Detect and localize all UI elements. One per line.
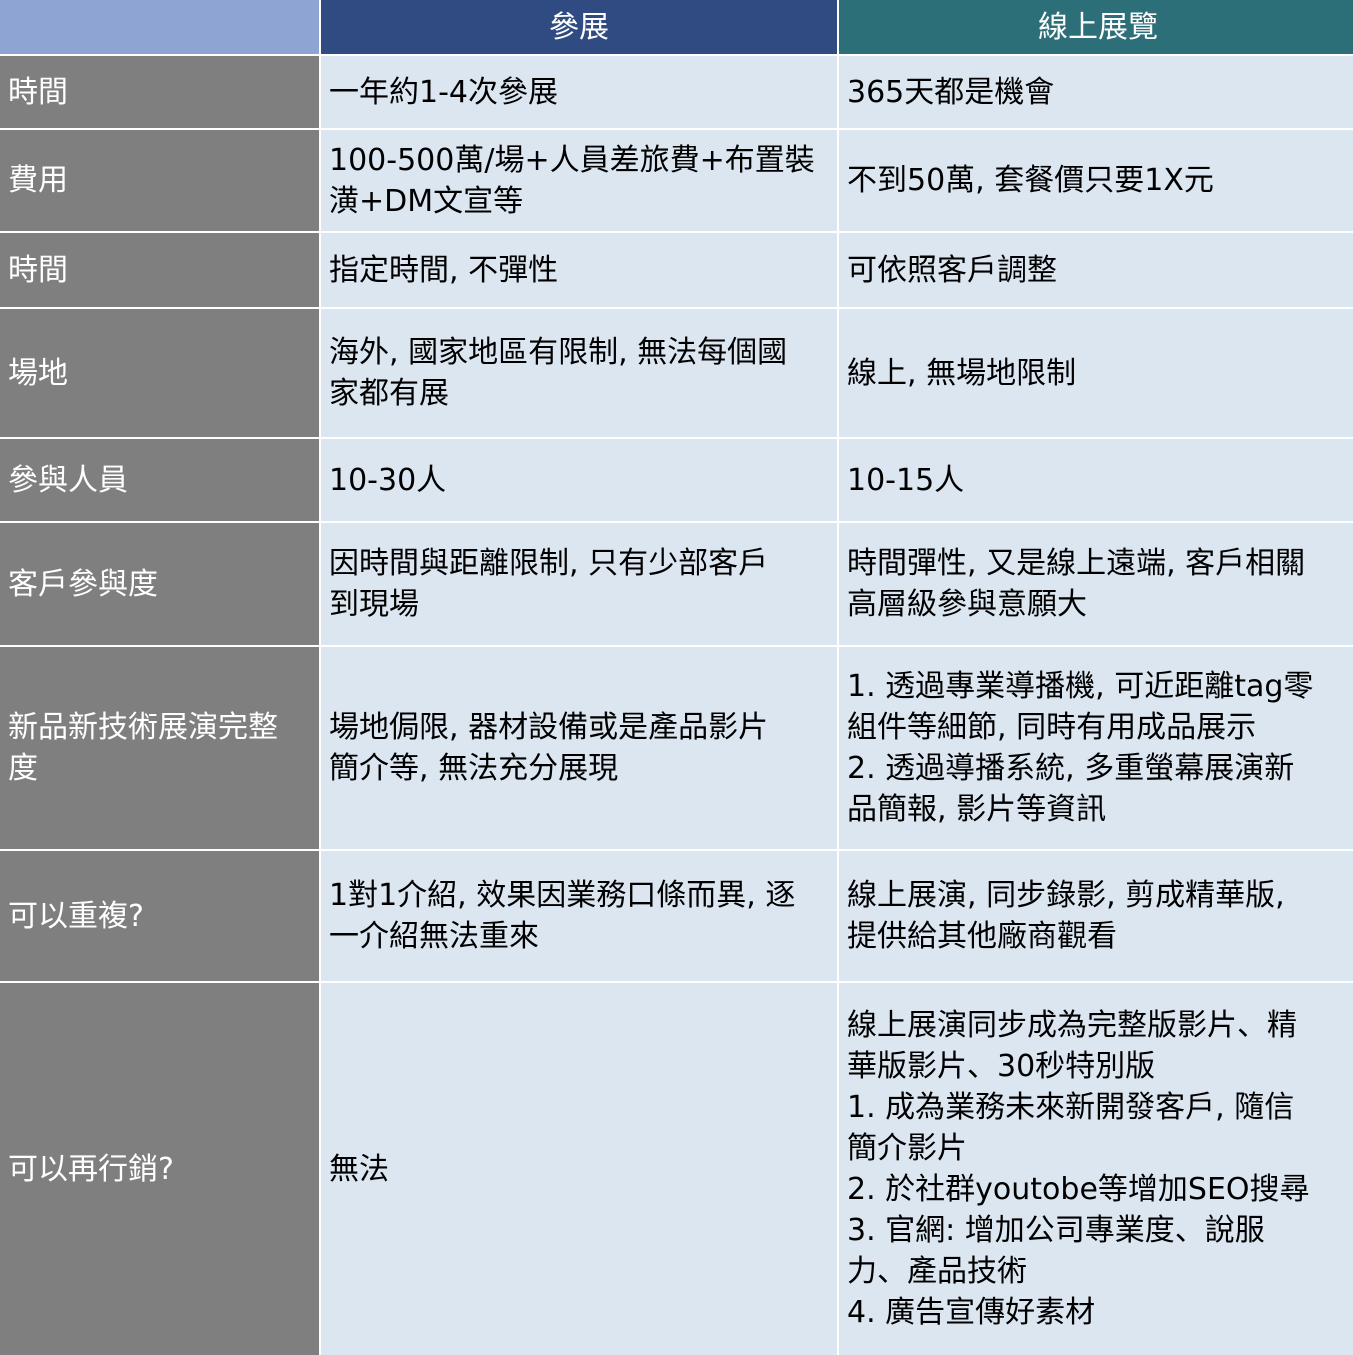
header-expo: 參展 — [321, 0, 837, 54]
cell-expo-cost: 100-500萬/場+人員差旅費+布置裝 潢+DM文宣等 — [321, 130, 837, 231]
cell-expo-venue: 海外, 國家地區有限制, 無法每個國 家都有展 — [321, 309, 837, 437]
row-label-staff: 參與人員 — [0, 439, 319, 521]
cell-online-venue: 線上, 無場地限制 — [839, 309, 1353, 437]
row-label-venue: 場地 — [0, 309, 319, 437]
cell-expo-repeatable: 1對1介紹, 效果因業務口條而異, 逐 一介紹無法重來 — [321, 851, 837, 981]
cell-expo-time: 一年約1-4次參展 — [321, 56, 837, 128]
row-label-schedule: 時間 — [0, 233, 319, 307]
cell-expo-engagement: 因時間與距離限制, 只有少部客戶 到現場 — [321, 523, 837, 645]
cell-expo-demo-completeness: 場地侷限, 器材設備或是產品影片 簡介等, 無法充分展現 — [321, 647, 837, 849]
cell-online-remarketing: 線上展演同步成為完整版影片、精 華版影片、30秒特別版 1. 成為業務未來新開發… — [839, 983, 1353, 1355]
cell-expo-schedule: 指定時間, 不彈性 — [321, 233, 837, 307]
cell-online-time: 365天都是機會 — [839, 56, 1353, 128]
cell-expo-remarketing: 無法 — [321, 983, 837, 1355]
row-label-engagement: 客戶參與度 — [0, 523, 319, 645]
row-label-time: 時間 — [0, 56, 319, 128]
cell-online-cost: 不到50萬, 套餐價只要1X元 — [839, 130, 1353, 231]
cell-online-demo-completeness: 1. 透過專業導播機, 可近距離tag零 組件等細節, 同時有用成品展示 2. … — [839, 647, 1353, 849]
row-label-demo-completeness: 新品新技術展演完整 度 — [0, 647, 319, 849]
cell-online-schedule: 可依照客戶調整 — [839, 233, 1353, 307]
cell-online-repeatable: 線上展演, 同步錄影, 剪成精華版, 提供給其他廠商觀看 — [839, 851, 1353, 981]
comparison-table: 參展 線上展覽 時間 一年約1-4次參展 365天都是機會 費用 100-500… — [0, 0, 1353, 1355]
row-label-repeatable: 可以重複? — [0, 851, 319, 981]
row-label-cost: 費用 — [0, 130, 319, 231]
row-label-remarketing: 可以再行銷? — [0, 983, 319, 1355]
header-blank-cell — [0, 0, 319, 54]
cell-online-engagement: 時間彈性, 又是線上遠端, 客戶相關 高層級參與意願大 — [839, 523, 1353, 645]
cell-online-staff: 10-15人 — [839, 439, 1353, 521]
header-online-expo: 線上展覽 — [839, 0, 1353, 54]
cell-expo-staff: 10-30人 — [321, 439, 837, 521]
